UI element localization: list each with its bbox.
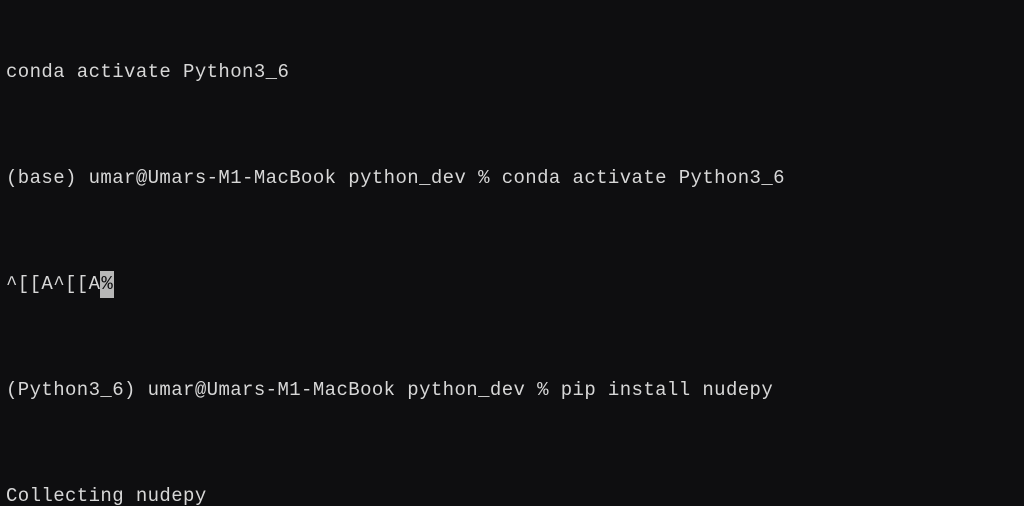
prompt-env: (base) bbox=[6, 167, 77, 189]
prompt-path: python_dev bbox=[407, 379, 525, 401]
terminal-output[interactable]: conda activate Python3_6 (base) umar@Uma… bbox=[0, 0, 1024, 506]
prompt-userhost: umar@Umars-M1-MacBook bbox=[77, 167, 348, 189]
terminal-line: ^[[A^[[A% bbox=[6, 271, 1018, 298]
prompt-sep: % bbox=[525, 379, 560, 401]
terminal-line: (base) umar@Umars-M1-MacBook python_dev … bbox=[6, 165, 1018, 192]
prompt-env: (Python3_6) bbox=[6, 379, 136, 401]
shell-command: conda activate Python3_6 bbox=[502, 167, 785, 189]
shell-command: pip install nudepy bbox=[561, 379, 773, 401]
prompt-userhost: umar@Umars-M1-MacBook bbox=[136, 379, 407, 401]
terminal-line: Collecting nudepy bbox=[6, 483, 1018, 506]
prompt-sep: % bbox=[466, 167, 501, 189]
terminal-line: conda activate Python3_6 bbox=[6, 59, 1018, 86]
reverse-video-char: % bbox=[100, 271, 114, 298]
terminal-line: (Python3_6) umar@Umars-M1-MacBook python… bbox=[6, 377, 1018, 404]
prompt-path: python_dev bbox=[348, 167, 466, 189]
escape-seq: ^[[A^[[A bbox=[6, 273, 100, 295]
